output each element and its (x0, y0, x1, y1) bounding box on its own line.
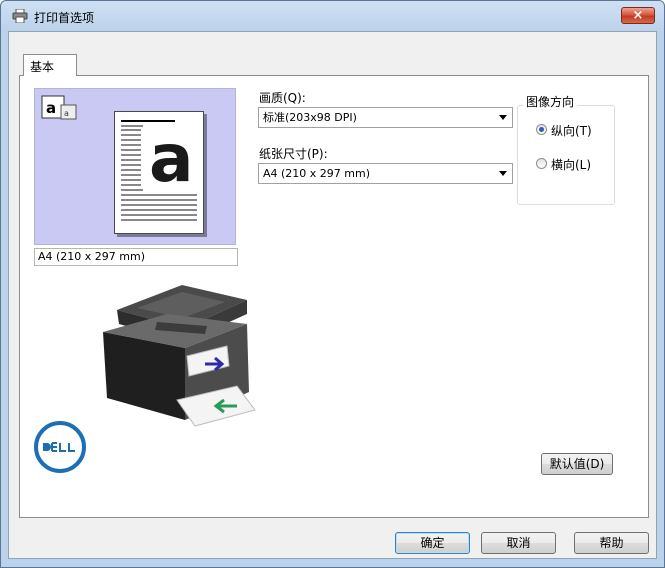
sample-letter-a: a (143, 125, 203, 191)
tab-basic-label: 基本 (30, 60, 55, 74)
page-text-line (121, 129, 141, 131)
svg-text:a: a (64, 109, 69, 118)
svg-text:a: a (149, 125, 194, 191)
cancel-button[interactable]: 取消 (481, 532, 556, 554)
radio-unselected-icon (536, 158, 547, 169)
chevron-down-icon (499, 171, 507, 176)
page-text-line (121, 194, 197, 196)
defaults-button[interactable]: 默认值(D) (541, 453, 613, 475)
window-title: 打印首选项 (34, 11, 95, 25)
page-text-line (121, 219, 197, 221)
page-text-line (121, 179, 141, 181)
page-text-line (121, 144, 141, 146)
page-text-line (121, 204, 197, 206)
orientation-landscape-label: 横向(L) (551, 158, 592, 172)
paper-size-select[interactable]: A4 (210 x 297 mm) (258, 163, 513, 184)
quality-select[interactable]: 标准(203x98 DPI) (258, 107, 513, 128)
page-text-line (121, 214, 197, 216)
quality-select-value: 标准(203x98 DPI) (263, 111, 357, 124)
svg-text:a: a (46, 99, 56, 117)
quality-label: 画质(Q): (259, 91, 306, 105)
page-text-line (121, 209, 197, 211)
paper-size-label: 纸张尺寸(P): (259, 147, 328, 161)
orientation-portrait-label: 纵向(T) (551, 124, 592, 138)
tab-basic[interactable]: 基本 (23, 54, 77, 76)
chevron-down-icon (499, 115, 507, 120)
preview-page: a (114, 111, 204, 234)
radio-selected-icon (536, 124, 547, 135)
dell-logo-icon (34, 421, 86, 473)
dialog-client-area: 基本 a a a A4 (210 x 297 mm) 画质(Q): 标准(203… (8, 31, 657, 559)
page-text-line (121, 199, 197, 201)
orientation-title: 图像方向 (523, 93, 578, 110)
title-bar: 打印首选项 × (1, 1, 664, 31)
page-title-line (121, 120, 175, 122)
paper-preview-icon: a a (41, 95, 77, 120)
page-text-line (121, 134, 141, 136)
orientation-group (517, 105, 615, 205)
page-text-line (121, 169, 141, 171)
page-text-line (121, 154, 141, 156)
page-text-line (121, 159, 141, 161)
page-text-line (121, 174, 141, 176)
page-preview: a a a (34, 88, 236, 245)
help-button[interactable]: 帮助 (574, 532, 649, 554)
preview-paper-size: A4 (210 x 297 mm) (34, 248, 238, 266)
page-text-line (121, 139, 141, 141)
page-text-line (121, 149, 141, 151)
printer-illustration-icon (103, 285, 256, 427)
ok-button[interactable]: 确定 (395, 532, 470, 554)
printer-icon (12, 9, 28, 23)
page-text-line (121, 184, 141, 186)
close-button[interactable]: × (621, 7, 655, 24)
paper-size-select-value: A4 (210 x 297 mm) (263, 167, 371, 180)
page-text-line (121, 164, 141, 166)
print-preferences-window: 打印首选项 × 基本 a a a A4 (210 x 297 mm) 画质(Q)… (0, 0, 665, 568)
